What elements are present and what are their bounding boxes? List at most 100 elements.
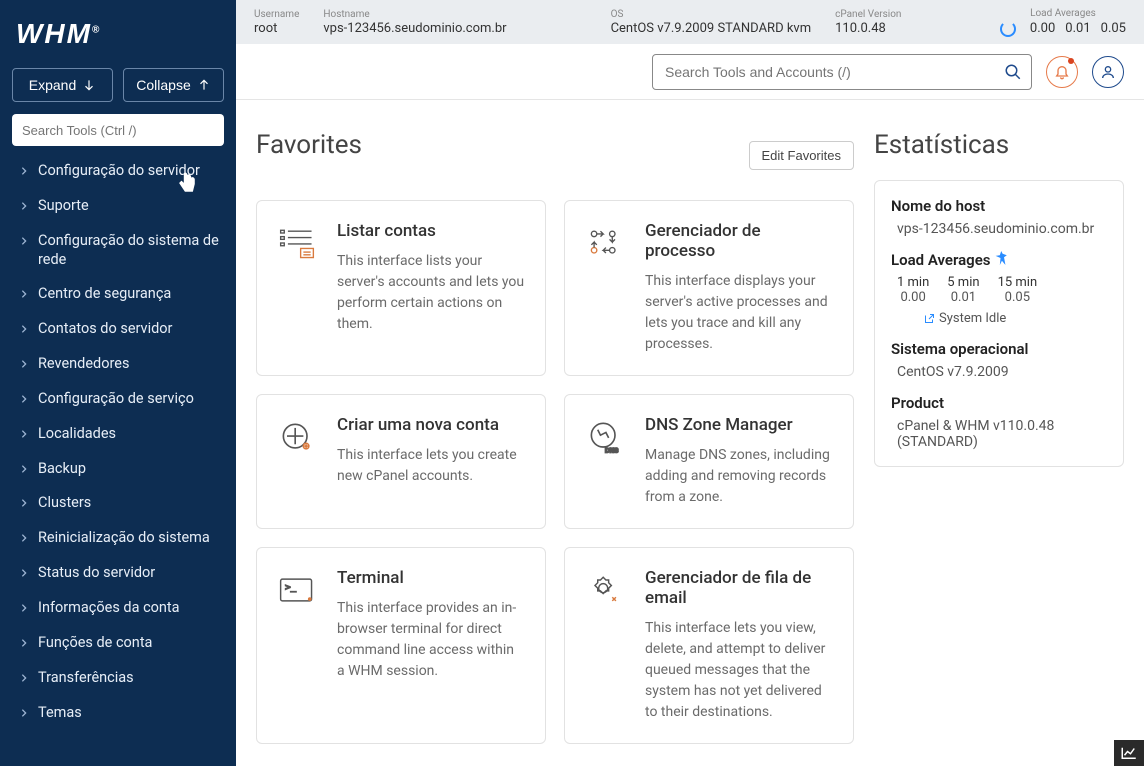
favorites-title: Favorites — [256, 130, 362, 160]
sidebar-item-7[interactable]: Localidades — [0, 417, 236, 452]
chevron-right-icon — [18, 359, 30, 369]
expand-button[interactable]: Expand — [12, 68, 113, 102]
sidebar-item-14[interactable]: Transferências — [0, 661, 236, 696]
card-title: Criar uma nova conta — [337, 415, 525, 435]
sidebar-item-label: Configuração do servidor — [38, 162, 200, 181]
card-icon: DNS — [583, 415, 627, 459]
card-icon: >_ — [275, 568, 319, 612]
header-search-row — [236, 44, 1144, 100]
sidebar-search-input[interactable] — [12, 114, 224, 146]
arrow-down-icon — [82, 78, 96, 92]
sidebar-nav[interactable]: Configuração do servidor Suporte Configura… — [0, 154, 236, 766]
sidebar-item-8[interactable]: Backup — [0, 452, 236, 487]
chevron-right-icon — [18, 289, 30, 299]
chevron-right-icon — [18, 464, 30, 474]
sidebar-item-6[interactable]: Configuração de serviço — [0, 382, 236, 417]
stats-title: Estatísticas — [874, 130, 1124, 160]
arrow-up-icon — [197, 78, 211, 92]
chevron-right-icon — [18, 673, 30, 683]
top-info-bar: Username root Hostname vps-123456.seudom… — [236, 0, 1144, 44]
chevron-right-icon — [18, 201, 30, 211]
meta-username: Username root — [254, 9, 299, 36]
card-title: Gerenciador de processo — [645, 221, 833, 261]
stat-hostname-label: Nome do host — [891, 197, 1107, 215]
meta-hostname: Hostname vps-123456.seudominio.com.br — [323, 9, 506, 36]
card-desc: This interface displays your server's ac… — [645, 271, 833, 355]
whm-logo: WHM® — [0, 0, 236, 60]
sidebar-item-label: Informações da conta — [38, 599, 180, 618]
stat-hostname: vps-123456.seudominio.com.br — [891, 221, 1107, 237]
external-link-icon — [923, 313, 935, 325]
meta-os: OS CentOS v7.9.2009 STANDARD kvm — [611, 9, 812, 36]
running-man-icon — [994, 251, 1008, 265]
stats-toggle-button[interactable] — [1114, 740, 1144, 766]
chevron-right-icon — [18, 533, 30, 543]
favorite-card-5[interactable]: Gerenciador de fila de emailThis interfa… — [564, 547, 854, 744]
sidebar-item-9[interactable]: Clusters — [0, 486, 236, 521]
favorite-card-0[interactable]: Listar contas This interface lists your s… — [256, 200, 546, 376]
sidebar-item-label: Suporte — [38, 197, 89, 216]
card-title: Terminal — [337, 568, 525, 588]
sidebar-item-label: Configuração de serviço — [38, 390, 194, 409]
search-icon — [1004, 63, 1022, 81]
stat-os: CentOS v7.9.2009 — [891, 364, 1107, 380]
card-desc: Manage DNS zones, including adding and r… — [645, 445, 833, 508]
sidebar-item-2[interactable]: Configuração do sistema de rede — [0, 224, 236, 278]
chevron-right-icon — [18, 603, 30, 613]
sidebar-item-label: Centro de segurança — [38, 285, 171, 304]
sidebar-item-13[interactable]: Funções de conta — [0, 626, 236, 661]
stat-product: cPanel & WHM v110.0.48 (STANDARD) — [891, 418, 1107, 450]
chevron-right-icon — [18, 498, 30, 508]
sidebar-item-label: Transferências — [38, 669, 134, 688]
global-search-input[interactable] — [652, 54, 1032, 90]
sidebar-item-label: Reinicialização do sistema — [38, 529, 210, 548]
sidebar-item-label: Backup — [38, 460, 86, 479]
chart-icon — [1120, 745, 1138, 761]
sidebar-item-label: Localidades — [38, 425, 116, 444]
sidebar-item-1[interactable]: Suporte — [0, 189, 236, 224]
user-menu-button[interactable] — [1092, 56, 1124, 88]
card-title: Gerenciador de fila de email — [645, 568, 833, 608]
sidebar-item-label: Revendedores — [38, 355, 129, 374]
sidebar-item-10[interactable]: Reinicialização do sistema — [0, 521, 236, 556]
sidebar-item-0[interactable]: Configuração do servidor — [0, 154, 236, 189]
svg-text:>_: >_ — [285, 583, 296, 593]
sidebar-item-12[interactable]: Informações da conta — [0, 591, 236, 626]
sidebar-item-4[interactable]: Contatos do servidor — [0, 312, 236, 347]
edit-favorites-button[interactable]: Edit Favorites — [749, 141, 854, 170]
notifications-button[interactable] — [1046, 56, 1078, 88]
card-desc: This interface lists your server's accou… — [337, 251, 525, 335]
favorite-card-2[interactable]: Criar uma nova conta This interface lets … — [256, 394, 546, 529]
card-title: DNS Zone Manager — [645, 415, 833, 435]
card-icon — [583, 221, 627, 265]
stat-la-label: Load Averages — [891, 251, 1107, 269]
sidebar-item-label: Clusters — [38, 494, 91, 513]
reload-icon[interactable] — [1000, 21, 1016, 37]
card-icon — [275, 221, 319, 265]
stat-os-label: Sistema operacional — [891, 340, 1107, 358]
stat-product-label: Product — [891, 394, 1107, 412]
chevron-right-icon — [18, 429, 30, 439]
sidebar-item-label: Funções de conta — [38, 634, 152, 653]
sidebar-item-5[interactable]: Revendedores — [0, 347, 236, 382]
sidebar: WHM® Expand Collapse Configuração do ser… — [0, 0, 236, 766]
collapse-button[interactable]: Collapse — [123, 68, 224, 102]
sidebar-item-15[interactable]: Temas — [0, 696, 236, 731]
card-desc: This interface provides an in-browser te… — [337, 598, 525, 682]
meta-cpanel-version: cPanel Version 110.0.48 — [835, 9, 901, 36]
system-idle[interactable]: System Idle — [891, 311, 1107, 326]
sidebar-item-11[interactable]: Status do servidor — [0, 556, 236, 591]
sidebar-item-label: Temas — [38, 704, 82, 723]
card-desc: This interface lets you create new cPane… — [337, 445, 525, 487]
chevron-right-icon — [18, 236, 30, 246]
svg-text:DNS: DNS — [605, 447, 618, 454]
main-content: Favorites Edit Favorites Listar contas Th… — [236, 100, 1144, 766]
favorite-card-3[interactable]: DNS DNS Zone Manager Manage DNS zones, inc… — [564, 394, 854, 529]
card-title: Listar contas — [337, 221, 525, 241]
chevron-right-icon — [18, 638, 30, 648]
favorite-card-1[interactable]: Gerenciador de processo This interface di… — [564, 200, 854, 376]
sidebar-item-3[interactable]: Centro de segurança — [0, 277, 236, 312]
chevron-right-icon — [18, 568, 30, 578]
sidebar-item-label: Status do servidor — [38, 564, 155, 583]
favorite-card-4[interactable]: >_ Terminal This interface provides an in-… — [256, 547, 546, 744]
